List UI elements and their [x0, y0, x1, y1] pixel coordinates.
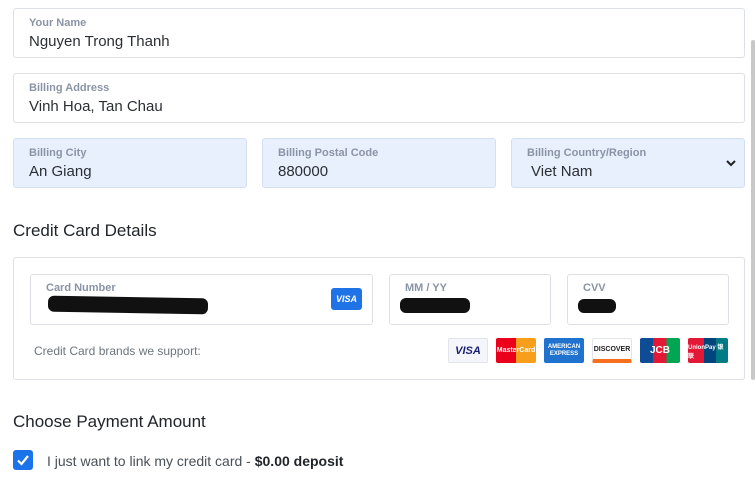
amex-icon: AMERICAN EXPRESS	[544, 338, 584, 363]
link-card-option-label[interactable]: I just want to link my credit card - $0.…	[47, 453, 343, 469]
card-number-redacted	[47, 295, 209, 315]
discover-icon: DISCOVER	[592, 338, 632, 363]
payment-amount-section-title: Choose Payment Amount	[13, 412, 206, 431]
card-number-field[interactable]: Card Number VISA	[30, 274, 373, 325]
unionpay-icon: UnionPay 银联	[688, 338, 728, 363]
link-card-option-text: I just want to link my credit card -	[47, 453, 255, 469]
cvv-redacted	[578, 299, 616, 313]
deposit-amount: $0.00 deposit	[254, 453, 344, 469]
cvv-field[interactable]: CVV	[567, 274, 729, 325]
billing-country-select[interactable]: Billing Country/Region Viet Nam	[511, 138, 745, 188]
billing-postal-code-label: Billing Postal Code	[278, 147, 379, 159]
billing-country-value: Viet Nam	[531, 163, 593, 180]
supported-brands: VISA MasterCard AMERICAN EXPRESS DISCOVE…	[448, 338, 728, 363]
billing-address-label: Billing Address	[29, 82, 110, 94]
jcb-icon: JCB	[640, 338, 680, 363]
scrollbar-thumb[interactable]	[751, 40, 755, 380]
visa-card-icon: VISA	[331, 288, 362, 310]
chevron-down-icon	[726, 160, 736, 167]
your-name-label: Your Name	[29, 17, 87, 29]
billing-city-label: Billing City	[29, 147, 87, 159]
your-name-value: Nguyen Trong Thanh	[29, 33, 170, 50]
cvv-label: CVV	[583, 282, 606, 294]
credit-card-panel: Card Number VISA MM / YY CVV Credit Card…	[13, 257, 745, 380]
expiry-label: MM / YY	[405, 282, 447, 294]
page-scrollbar[interactable]	[750, 0, 756, 380]
billing-postal-code-value: 880000	[278, 163, 329, 180]
brands-label: Credit Card brands we support:	[34, 344, 201, 358]
your-name-field[interactable]: Your Name Nguyen Trong Thanh	[13, 8, 745, 58]
expiry-field[interactable]: MM / YY	[389, 274, 551, 325]
billing-city-value: An Giang	[29, 163, 92, 180]
billing-city-field[interactable]: Billing City An Giang	[13, 138, 247, 188]
billing-postal-code-field[interactable]: Billing Postal Code 880000	[262, 138, 496, 188]
billing-country-label: Billing Country/Region	[527, 147, 647, 159]
card-number-label: Card Number	[46, 282, 116, 294]
visa-icon: VISA	[448, 338, 488, 363]
checkmark-icon	[17, 455, 29, 466]
expiry-redacted	[400, 298, 470, 313]
mastercard-icon: MasterCard	[496, 338, 536, 363]
billing-address-field[interactable]: Billing Address Vinh Hoa, Tan Chau	[13, 73, 745, 123]
credit-card-section-title: Credit Card Details	[13, 221, 157, 240]
link-card-checkbox[interactable]	[13, 450, 33, 470]
billing-address-value: Vinh Hoa, Tan Chau	[29, 98, 163, 115]
